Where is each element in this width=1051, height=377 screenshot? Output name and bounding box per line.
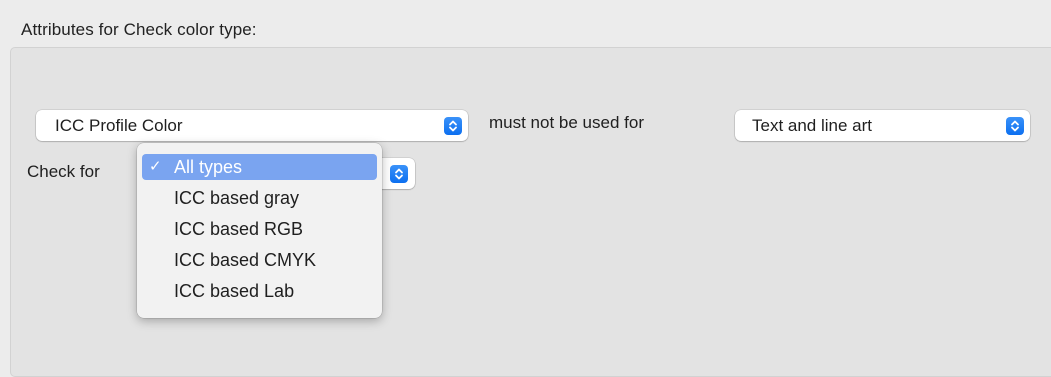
chevron-up-down-icon: [1006, 117, 1024, 135]
menu-item-all-types[interactable]: ✓ All types: [142, 154, 377, 180]
menu-item-icc-rgb[interactable]: ICC based RGB: [142, 216, 377, 242]
menu-item-label: ICC based gray: [174, 188, 300, 208]
menu-item-label: ICC based CMYK: [174, 250, 317, 270]
check-for-menu: ✓ All types ICC based gray ICC based RGB…: [137, 143, 382, 318]
section-title: Attributes for Check color type:: [21, 20, 257, 39]
checkmark-icon: ✓: [149, 158, 162, 175]
chevron-up-down-icon: [390, 165, 408, 183]
must-not-label: must not be used for: [489, 113, 644, 132]
color-type-popup[interactable]: ICC Profile Color: [36, 110, 468, 141]
menu-item-label: ICC based RGB: [174, 219, 304, 239]
chevron-up-down-icon: [444, 117, 462, 135]
menu-item-icc-gray[interactable]: ICC based gray: [142, 185, 377, 211]
check-for-label: Check for: [27, 162, 100, 181]
usage-popup-value: Text and line art: [752, 116, 873, 135]
usage-popup[interactable]: Text and line art: [735, 110, 1030, 141]
color-type-popup-value: ICC Profile Color: [55, 116, 183, 135]
menu-item-label: All types: [174, 157, 243, 177]
menu-item-label: ICC based Lab: [174, 281, 295, 301]
menu-item-icc-cmyk[interactable]: ICC based CMYK: [142, 247, 377, 273]
menu-item-icc-lab[interactable]: ICC based Lab: [142, 278, 377, 304]
